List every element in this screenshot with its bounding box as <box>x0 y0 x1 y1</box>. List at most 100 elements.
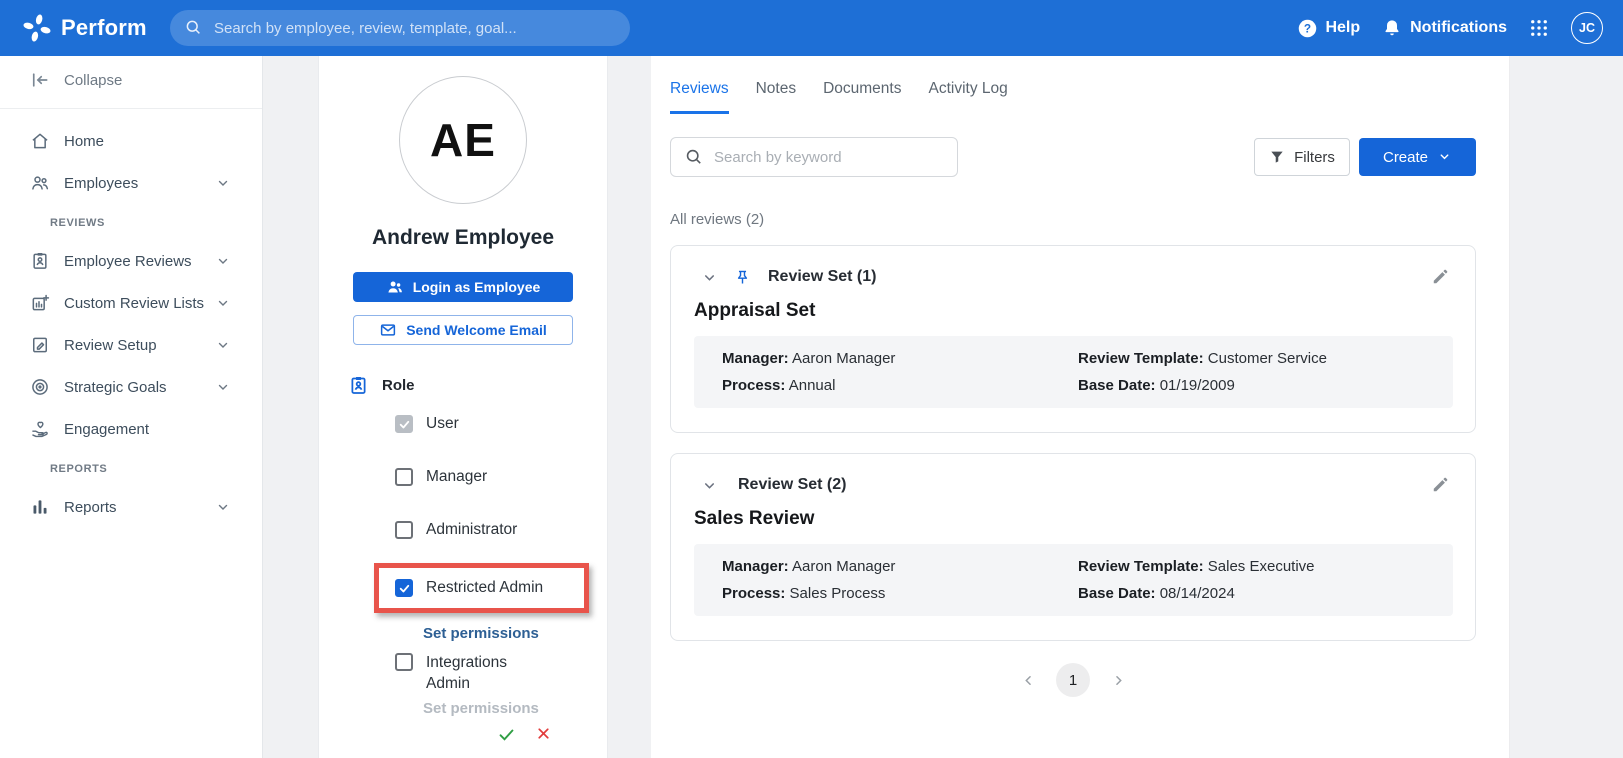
keyword-search-input[interactable] <box>714 149 944 166</box>
envelope-icon <box>379 321 397 339</box>
close-icon[interactable] <box>535 725 555 745</box>
review-set-name: Appraisal Set <box>694 300 1475 322</box>
tab-reviews[interactable]: Reviews <box>670 80 729 114</box>
role-option-manager: Manager <box>395 468 607 486</box>
checkbox-manager-unchecked[interactable] <box>395 468 413 486</box>
target-icon <box>30 377 50 397</box>
collapse-label: Collapse <box>64 72 122 89</box>
app-window: Perform ? Help Notifications <box>0 0 1623 758</box>
sidebar-item-employee-reviews[interactable]: Employee Reviews <box>0 251 262 271</box>
detail-process: Process: Annual <box>722 376 1078 395</box>
chevron-down-icon[interactable] <box>702 478 716 492</box>
checkbox-restricted-admin-checked[interactable] <box>395 579 413 597</box>
chevron-down-icon <box>216 500 230 514</box>
detail-label: Base Date: <box>1078 585 1156 602</box>
sidebar-item-review-setup[interactable]: Review Setup <box>0 335 262 355</box>
apps-menu-button[interactable] <box>1529 18 1549 38</box>
role-badge-icon <box>348 375 368 395</box>
detail-process: Process: Sales Process <box>722 584 1078 603</box>
hand-heart-icon <box>30 419 50 439</box>
collapse-arrow-icon <box>30 70 50 90</box>
checkbox-integrations-admin-unchecked[interactable] <box>395 653 413 671</box>
collapse-button[interactable]: Collapse <box>0 70 262 90</box>
tab-activity-log[interactable]: Activity Log <box>928 80 1007 114</box>
login-as-employee-label: Login as Employee <box>413 279 541 295</box>
employees-icon <box>30 173 50 193</box>
pagination: 1 <box>670 663 1476 697</box>
svg-text:?: ? <box>1304 22 1311 36</box>
sidebar-section-reports: REPORTS <box>0 463 262 475</box>
pencil-icon[interactable] <box>1431 475 1451 495</box>
create-label: Create <box>1383 149 1428 166</box>
checkbox-administrator-unchecked[interactable] <box>395 521 413 539</box>
employee-profile-panel: AE Andrew Employee Login as Employee Sen… <box>318 56 608 758</box>
sidebar-item-custom-review-lists[interactable]: Custom Review Lists <box>0 293 262 313</box>
funnel-icon <box>1269 149 1285 165</box>
page-number[interactable]: 1 <box>1056 663 1090 697</box>
role-title: Role <box>382 377 415 394</box>
sidebar-item-label: Engagement <box>64 421 149 438</box>
check-icon[interactable] <box>497 725 517 745</box>
panel-gutter <box>263 56 318 758</box>
review-set-card: Review Set (2) Sales Review Manager: Aar… <box>670 453 1476 641</box>
detail-base-date: Base Date: 08/14/2024 <box>1078 584 1453 603</box>
review-set-title: Review Set (2) <box>738 476 846 494</box>
chevron-down-icon[interactable] <box>702 270 716 284</box>
employee-name: Andrew Employee <box>319 226 607 250</box>
sidebar-item-reports[interactable]: Reports <box>0 497 262 517</box>
chevron-right-icon[interactable] <box>1111 673 1125 687</box>
create-button[interactable]: Create <box>1359 138 1476 176</box>
sidebar-item-strategic-goals[interactable]: Strategic Goals <box>0 377 262 397</box>
notifications-button[interactable]: Notifications <box>1382 18 1507 38</box>
filters-button[interactable]: Filters <box>1254 138 1350 176</box>
user-avatar[interactable]: JC <box>1571 12 1603 44</box>
chevron-left-icon[interactable] <box>1021 673 1035 687</box>
main-content: Reviews Notes Documents Activity Log <box>651 56 1510 758</box>
checkbox-label: Integrations Admin <box>426 652 526 694</box>
review-set-name: Sales Review <box>694 508 1475 530</box>
pencil-icon[interactable] <box>1431 267 1451 287</box>
tab-bar: Reviews Notes Documents Activity Log <box>670 80 1509 114</box>
brand-name: Perform <box>61 15 147 41</box>
help-button[interactable]: ? Help <box>1297 18 1360 38</box>
divider <box>0 108 262 109</box>
role-option-user: User <box>395 415 607 433</box>
checkbox-user-checked-disabled[interactable] <box>395 415 413 433</box>
detail-manager: Manager: Aaron Manager <box>722 557 1078 576</box>
review-set-title: Review Set (1) <box>768 268 876 286</box>
search-icon <box>684 147 704 167</box>
detail-value: Sales Process <box>790 585 886 602</box>
chevron-down-icon <box>216 296 230 310</box>
sidebar-item-engagement[interactable]: Engagement <box>0 419 262 439</box>
login-as-employee-button[interactable]: Login as Employee <box>353 272 573 302</box>
review-set-details: Manager: Aaron Manager Review Template: … <box>694 336 1453 408</box>
send-welcome-email-button[interactable]: Send Welcome Email <box>353 315 573 345</box>
review-set-details: Manager: Aaron Manager Review Template: … <box>694 544 1453 616</box>
keyword-search[interactable] <box>670 137 958 177</box>
help-circle-icon: ? <box>1297 18 1317 38</box>
chevron-down-icon <box>216 338 230 352</box>
detail-label: Manager: <box>722 350 789 367</box>
role-option-integrations-admin: Integrations Admin <box>395 652 607 694</box>
panel-gutter <box>608 56 651 758</box>
sidebar-item-label: Home <box>64 133 104 150</box>
detail-value: 01/19/2009 <box>1160 377 1235 394</box>
sidebar-item-label: Strategic Goals <box>64 379 167 396</box>
set-permissions-link[interactable]: Set permissions <box>423 625 607 642</box>
sidebar-item-home[interactable]: Home <box>0 131 262 151</box>
help-label: Help <box>1325 19 1360 37</box>
sidebar-item-label: Employees <box>64 175 138 192</box>
sidebar-item-employees[interactable]: Employees <box>0 173 262 193</box>
global-search[interactable] <box>170 10 630 46</box>
tab-notes[interactable]: Notes <box>756 80 797 114</box>
chevron-down-icon <box>216 380 230 394</box>
chevron-down-icon <box>216 254 230 268</box>
sparkle-logo-icon <box>22 13 52 43</box>
brand[interactable]: Perform <box>22 13 147 43</box>
review-set-card: Review Set (1) Appraisal Set Manager: Aa… <box>670 245 1476 433</box>
detail-value: Customer Service <box>1208 350 1327 367</box>
badge-icon <box>30 251 50 271</box>
tab-documents[interactable]: Documents <box>823 80 901 114</box>
pin-icon[interactable] <box>734 268 751 287</box>
global-search-input[interactable] <box>214 20 594 37</box>
